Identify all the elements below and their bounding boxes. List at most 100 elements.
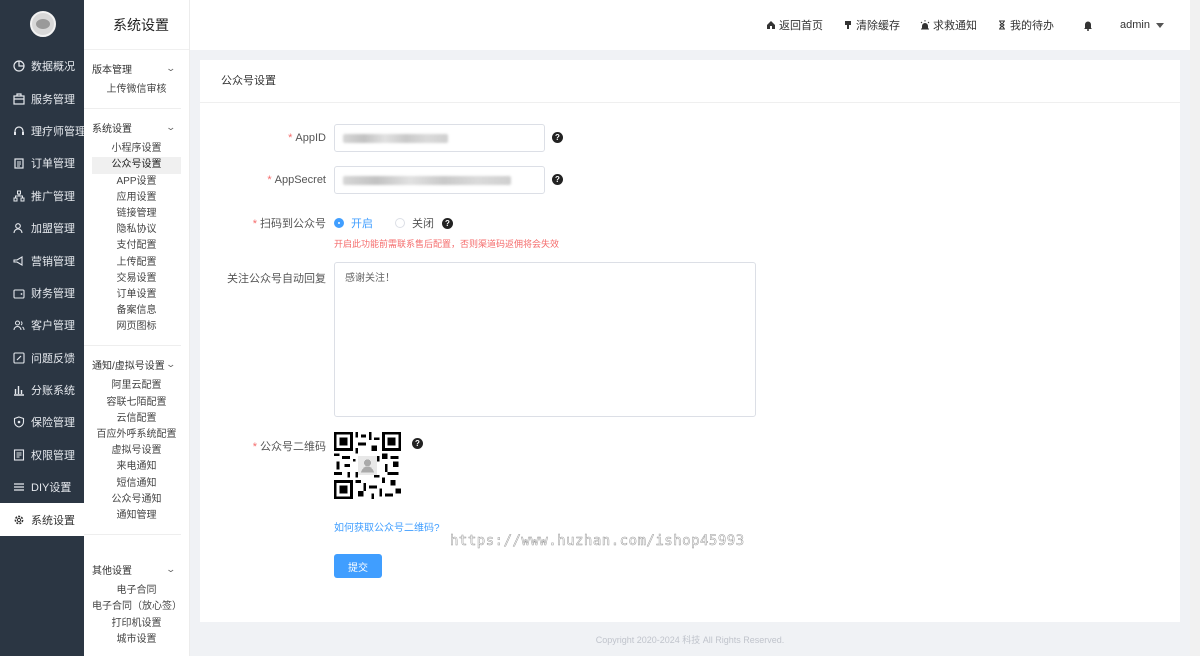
submenu-item[interactable]: APP设置 <box>92 174 181 190</box>
submenu-group-header[interactable]: 通知/虚拟号设置 ⌄ <box>84 356 189 372</box>
submenu-item-upload-wechat-review[interactable]: 上传微信审核 <box>92 82 181 98</box>
submenu-item[interactable]: 容联七陌配置 <box>92 395 181 411</box>
sidebar-item-permissions[interactable]: 权限管理 <box>0 439 84 471</box>
submenu-group-header[interactable]: 版本管理 ⌄ <box>84 60 189 76</box>
submenu-item[interactable]: 链接管理 <box>92 206 181 222</box>
submenu-group-system: 系统设置 ⌄ 小程序设置 公众号设置 APP设置 应用设置 链接管理 隐私协议 … <box>84 109 189 347</box>
scan-radio-group: 开启 关闭 ? <box>334 215 453 231</box>
appsecret-label: * AppSecret <box>267 174 326 186</box>
marketing-icon <box>13 255 25 267</box>
submenu-item[interactable]: 城市设置 <box>92 632 181 648</box>
home-icon <box>766 20 776 30</box>
layers-icon <box>13 481 25 493</box>
sidebar-item-therapists[interactable]: 理疗师管理 <box>0 115 86 147</box>
submit-button[interactable]: 提交 <box>334 554 382 578</box>
users-icon <box>13 319 25 331</box>
radio-enable[interactable]: 开启 <box>334 215 373 231</box>
sidebar-item-system-settings[interactable]: 系统设置 <box>0 503 84 536</box>
submenu-item[interactable]: 隐私协议 <box>92 222 181 238</box>
top-header: 返回首页 清除缓存 求救通知 我的待办 admin <box>190 0 1200 50</box>
submenu-item[interactable]: 虚拟号设置 <box>92 443 181 459</box>
chevron-down-icon: ⌄ <box>165 121 177 132</box>
sidebar-item-franchise[interactable]: 加盟管理 <box>0 212 84 244</box>
settings-card: 公众号设置 * AppID ? * AppSecret ? * 扫码到公众号 开启 关… <box>200 60 1180 622</box>
network-icon <box>13 190 25 202</box>
card-title: 公众号设置 <box>200 60 1180 103</box>
submenu-title: 系统设置 <box>84 0 189 50</box>
submenu-item[interactable]: 通知管理 <box>92 508 181 524</box>
help-icon[interactable]: ? <box>552 132 563 143</box>
sidebar-item-finance[interactable]: 财务管理 <box>0 277 84 309</box>
submenu-group-version: 版本管理 ⌄ 上传微信审核 <box>84 50 189 110</box>
alarm-icon <box>920 20 930 30</box>
sidebar-item-split-system[interactable]: 分账系统 <box>0 374 84 406</box>
clipboard-icon <box>13 157 25 169</box>
help-icon[interactable]: ? <box>412 438 423 449</box>
submenu-group-notify: 通知/虚拟号设置 ⌄ 阿里云配置 容联七陌配置 云信配置 百应外呼系统配置 虚拟… <box>84 346 189 536</box>
submenu-item[interactable]: 公众号通知 <box>92 492 181 508</box>
help-icon[interactable]: ? <box>552 174 563 185</box>
submenu-item[interactable]: 网页图标 <box>92 319 181 335</box>
scan-to-account-label: * 扫码到公众号 <box>252 218 326 230</box>
chevron-down-icon: ⌄ <box>165 563 177 574</box>
home-link[interactable]: 返回首页 <box>766 17 823 33</box>
auto-reply-label: 关注公众号自动回复 <box>227 273 326 285</box>
sidebar-item-customers[interactable]: 客户管理 <box>0 309 84 341</box>
sidebar-item-marketing[interactable]: 营销管理 <box>0 244 84 276</box>
sos-notice-link[interactable]: 求救通知 <box>920 17 977 33</box>
page-scrollbar[interactable] <box>1190 0 1200 656</box>
wallet-icon <box>13 287 25 299</box>
submenu-item[interactable]: 订单设置 <box>92 287 181 303</box>
main-menu: 数据概况 服务管理 理疗师管理 订单管理 推广管理 加盟管理 营销管理 财务管理… <box>0 50 86 536</box>
submenu-group-header[interactable]: 系统设置 ⌄ <box>84 119 189 135</box>
submenu-group-other: 其他设置 ⌄ 电子合同 电子合同（放心签） 打印机设置 城市设置 <box>84 535 189 656</box>
chevron-down-icon: ⌄ <box>165 62 177 73</box>
submenu-item[interactable]: 上传配置 <box>92 255 181 271</box>
qr-code-image[interactable] <box>334 432 401 499</box>
submenu-item[interactable]: 来电通知 <box>92 459 181 475</box>
bell-icon[interactable] <box>1082 19 1094 31</box>
sidebar-item-promotion[interactable]: 推广管理 <box>0 180 84 212</box>
submenu-item[interactable]: 应用设置 <box>92 190 181 206</box>
submenu-item[interactable]: 备案信息 <box>92 303 181 319</box>
submenu-item[interactable]: 云信配置 <box>92 411 181 427</box>
radio-disable[interactable]: 关闭 <box>395 215 434 231</box>
services-icon <box>13 92 25 105</box>
gear-icon <box>13 514 25 526</box>
submenu-item[interactable]: 支付配置 <box>92 238 181 254</box>
shield-icon <box>13 416 25 429</box>
logo[interactable] <box>30 11 56 37</box>
sidebar-item-orders[interactable]: 订单管理 <box>0 147 84 179</box>
submenu-item[interactable]: 短信通知 <box>92 476 181 492</box>
chevron-down-icon: ⌄ <box>165 358 177 369</box>
user-menu[interactable]: admin <box>1120 19 1164 31</box>
submenu-item[interactable]: 打印机设置 <box>92 616 181 632</box>
sidebar-item-diy[interactable]: DIY设置 <box>0 471 84 503</box>
submenu-item-official-account-active[interactable]: 公众号设置 <box>92 157 181 174</box>
todo-link[interactable]: 我的待办 <box>997 17 1054 33</box>
footer-copyright: Copyright 2020-2024 科技 All Rights Reserv… <box>595 635 785 645</box>
help-icon[interactable]: ? <box>442 217 453 229</box>
submenu-group-header[interactable]: 其他设置 ⌄ <box>84 561 189 577</box>
appid-input[interactable] <box>334 124 545 152</box>
auto-reply-textarea[interactable]: 感谢关注！ <box>334 262 756 417</box>
header-nav: 返回首页 清除缓存 求救通知 我的待办 admin <box>746 0 1164 50</box>
sidebar-item-feedback[interactable]: 问题反馈 <box>0 342 84 374</box>
headset-icon <box>13 125 25 137</box>
submenu-item[interactable]: 电子合同 <box>92 583 181 599</box>
sidebar-item-services[interactable]: 服务管理 <box>0 82 84 114</box>
submenu-item[interactable]: 阿里云配置 <box>92 378 181 394</box>
appsecret-input[interactable] <box>334 166 545 194</box>
watermark-text: https://www.huzhan.com/ishop45993 <box>450 533 745 550</box>
sidebar-item-insurance[interactable]: 保险管理 <box>0 406 84 438</box>
hourglass-icon <box>997 20 1007 30</box>
sidebar-item-dashboard[interactable]: 数据概况 <box>0 50 84 82</box>
user-add-icon <box>13 222 25 234</box>
clear-cache-link[interactable]: 清除缓存 <box>843 17 900 33</box>
submenu-item[interactable]: 电子合同（放心签） <box>92 599 182 615</box>
qr-help-link[interactable]: 如何获取公众号二维码? <box>334 519 440 534</box>
submenu-item[interactable]: 百应外呼系统配置 <box>92 427 181 443</box>
submenu-item[interactable]: 交易设置 <box>92 271 181 287</box>
submenu-item[interactable]: 小程序设置 <box>92 141 181 157</box>
submenu-panel: 系统设置 版本管理 ⌄ 上传微信审核 系统设置 ⌄ 小程序设置 公众号设置 AP… <box>84 0 190 656</box>
